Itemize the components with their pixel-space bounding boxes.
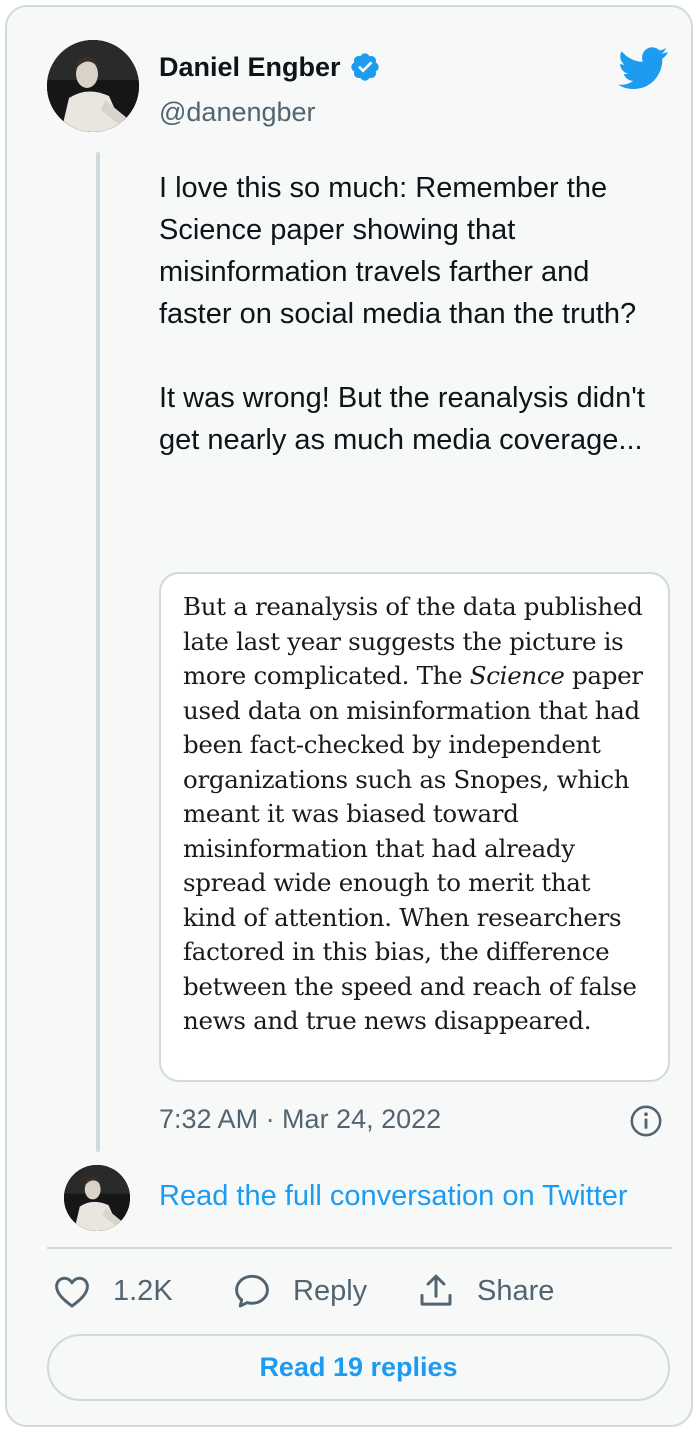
- share-button[interactable]: Share: [415, 1269, 554, 1313]
- reply-label: Reply: [293, 1274, 368, 1307]
- like-count: 1.2K: [113, 1274, 173, 1307]
- tweet-card: Daniel Engber @danengber I love this so …: [5, 5, 693, 1427]
- share-label: Share: [477, 1274, 555, 1307]
- tweet-paragraph-2: It was wrong! But the reanalysis didn't …: [159, 382, 645, 456]
- read-replies-button[interactable]: Read 19 replies: [47, 1334, 670, 1401]
- tweet-paragraph-1: I love this so much: Remember the Scienc…: [159, 172, 637, 330]
- speech-bubble-icon: [235, 1274, 269, 1308]
- quote-italic-journal: Science: [469, 661, 565, 690]
- quoted-article-excerpt[interactable]: But a reanalysis of the data published l…: [159, 572, 670, 1082]
- tweet-text: I love this so much: Remember the Scienc…: [159, 167, 659, 461]
- author-name[interactable]: Daniel Engber: [159, 49, 381, 85]
- verified-badge-icon: [350, 53, 379, 81]
- avatar-photo-small: [64, 1165, 130, 1231]
- tweet-timestamp[interactable]: 7:32 AM · Mar 24, 2022: [159, 1101, 441, 1137]
- info-icon[interactable]: [629, 1104, 663, 1138]
- read-full-conversation-link[interactable]: Read the full conversation on Twitter: [159, 1177, 628, 1215]
- quote-text-part-2: paper used data on misinformation that h…: [183, 661, 643, 1035]
- thread-line: [96, 152, 100, 1152]
- heart-icon: [55, 1276, 89, 1308]
- reply-avatar[interactable]: [64, 1165, 130, 1231]
- divider: [47, 1247, 672, 1249]
- reply-button[interactable]: Reply: [231, 1269, 367, 1313]
- avatar-photo: [47, 40, 139, 132]
- author-handle[interactable]: @danengber: [159, 95, 316, 129]
- author-avatar[interactable]: [47, 40, 139, 132]
- like-button[interactable]: 1.2K: [51, 1269, 173, 1313]
- twitter-bird-icon[interactable]: [617, 47, 669, 89]
- author-name-text: Daniel Engber: [159, 52, 341, 82]
- read-replies-label: Read 19 replies: [259, 1352, 458, 1382]
- quote-text: But a reanalysis of the data published l…: [183, 590, 650, 1039]
- share-arrow-icon: [420, 1274, 452, 1306]
